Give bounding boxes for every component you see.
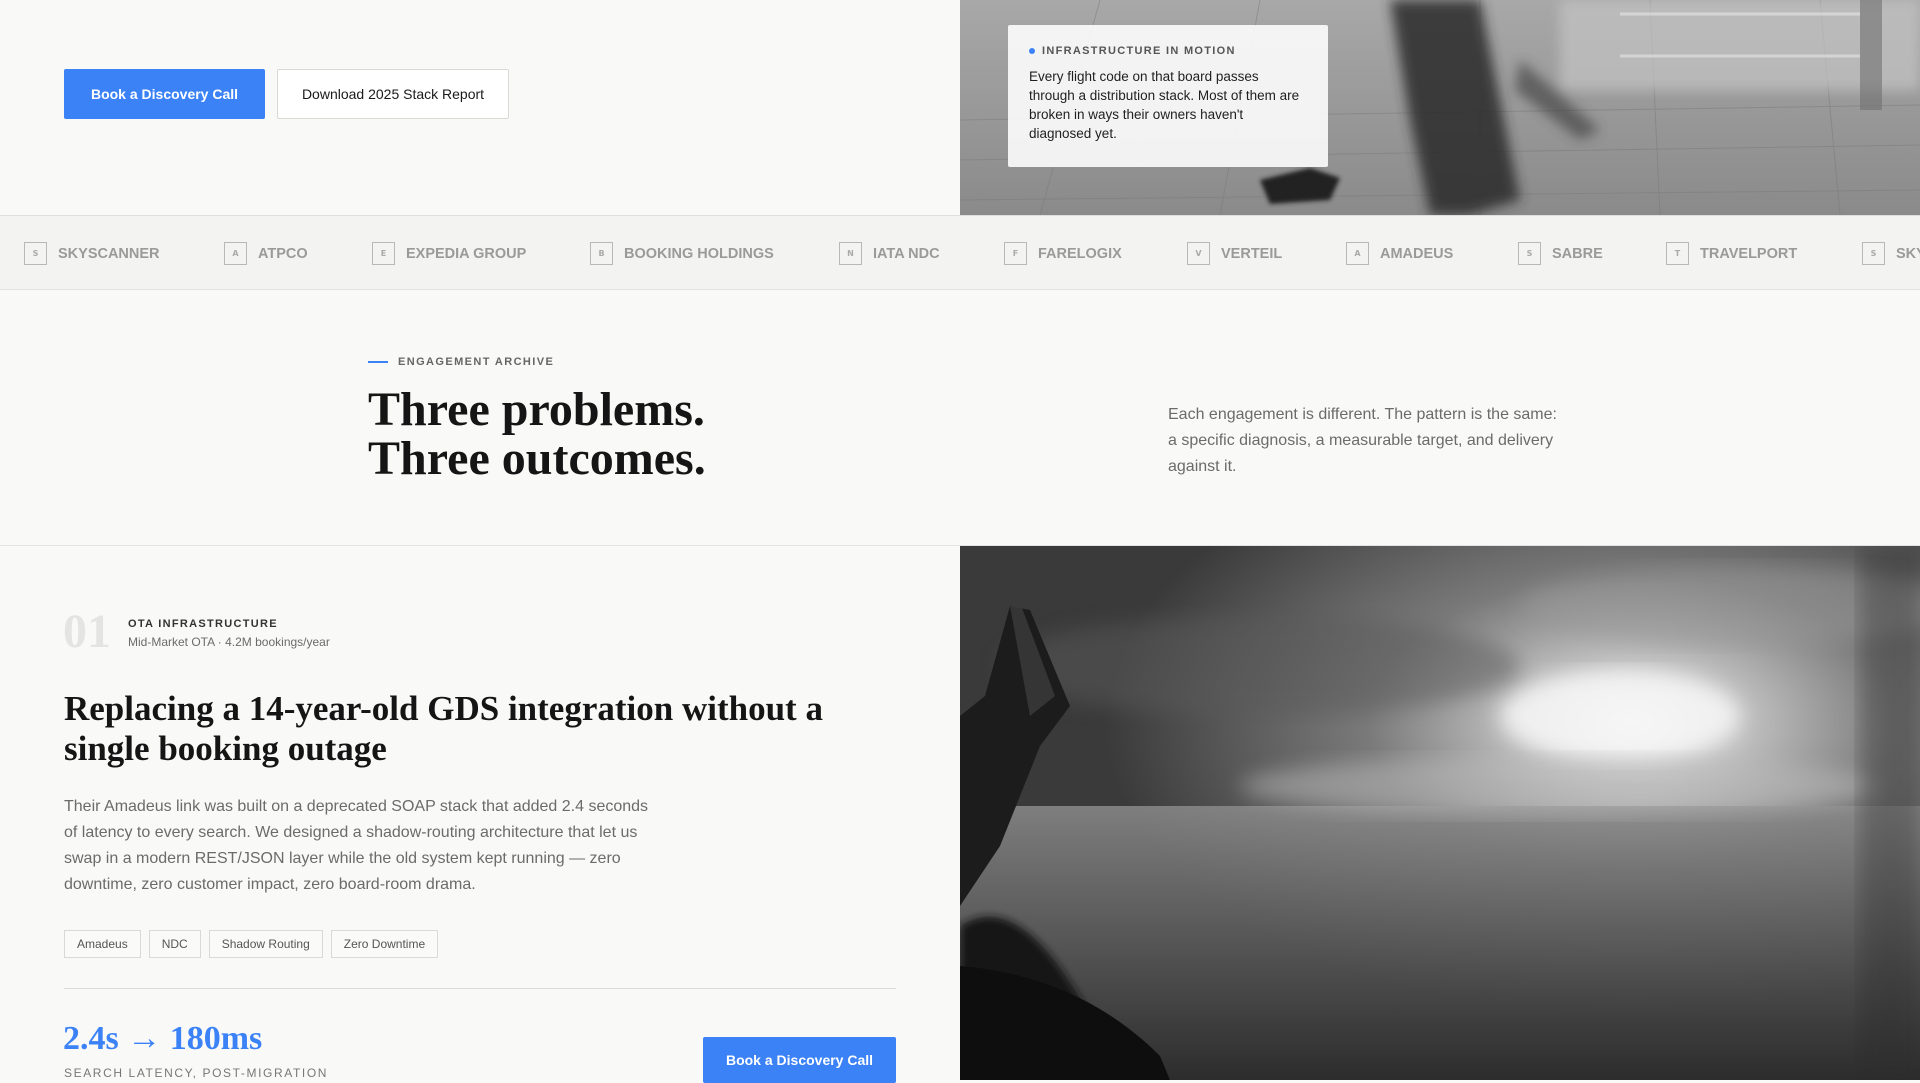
section-title-line2: Three outcomes. xyxy=(368,432,706,485)
case-body: Their Amadeus link was built on a deprec… xyxy=(64,798,649,893)
case-client: Mid-Market OTA · 4.2M bookings/year xyxy=(128,635,330,649)
logo-name: VERTEIL xyxy=(1221,245,1283,262)
logo-mark-icon: V xyxy=(1187,242,1210,265)
engagement-archive-section: ENGAGEMENT ARCHIVE Three problems. Three… xyxy=(0,290,1920,546)
logo-name: SKYSCANNER xyxy=(58,245,160,262)
logo-mark-icon: E xyxy=(372,242,395,265)
section-eyebrow: ENGAGEMENT ARCHIVE xyxy=(368,356,554,368)
case-study-content: 01 OTA INFRASTRUCTURE Mid-Market OTA · 4… xyxy=(0,546,960,1083)
tag-zero-downtime: Zero Downtime xyxy=(330,930,439,958)
hero-section: Book a Discovery Call Download 2025 Stac… xyxy=(0,0,1920,215)
logo-mark-icon: B xyxy=(590,242,613,265)
logo-skyscanner: S SKYSCANNER xyxy=(24,216,160,289)
logo-name: SKYSCANNER xyxy=(1896,245,1920,262)
logo-mark-icon: N xyxy=(839,242,862,265)
logo-atpco: A ATPCO xyxy=(224,216,308,289)
logo-expedia-group: E EXPEDIA GROUP xyxy=(372,216,527,289)
logo-amadeus: A AMADEUS xyxy=(1346,216,1454,289)
logo-mark-icon: S xyxy=(1518,242,1541,265)
status-dot-icon xyxy=(1029,48,1035,54)
section-title-line1: Three problems. xyxy=(368,383,705,436)
callout-label: INFRASTRUCTURE IN MOTION xyxy=(1029,45,1307,57)
logo-name: FARELOGIX xyxy=(1038,245,1122,262)
logo-mark-icon: A xyxy=(1346,242,1369,265)
case-book-discovery-call-button[interactable]: Book a Discovery Call xyxy=(703,1037,896,1083)
logo-skyscanner-repeat: S SKYSCANNER xyxy=(1862,216,1920,289)
case-tags: Amadeus NDC Shadow Routing Zero Downtime xyxy=(64,930,439,958)
logo-mark-icon: F xyxy=(1004,242,1027,265)
download-stack-report-button[interactable]: Download 2025 Stack Report xyxy=(277,69,509,119)
section-title: Three problems. Three outcomes. xyxy=(368,385,706,483)
callout-text: Every flight code on that board passes t… xyxy=(1029,69,1300,141)
case-category: OTA INFRASTRUCTURE xyxy=(128,618,278,630)
eyebrow-rule xyxy=(368,361,388,363)
logo-name: IATA NDC xyxy=(873,245,940,262)
tag-ndc: NDC xyxy=(148,930,201,958)
hero-actions: Book a Discovery Call Download 2025 Stac… xyxy=(0,0,960,215)
section-description: Each engagement is different. The patter… xyxy=(1168,406,1557,475)
callout-label-text: INFRASTRUCTURE IN MOTION xyxy=(1042,45,1236,57)
case-metric: 2.4s → 180ms xyxy=(63,1020,263,1057)
logo-iata-ndc: N IATA NDC xyxy=(839,216,940,289)
tag-amadeus: Amadeus xyxy=(64,930,141,958)
infrastructure-callout-card: INFRASTRUCTURE IN MOTION Every flight co… xyxy=(1008,25,1328,167)
case-title: Replacing a 14-year-old GDS integration … xyxy=(64,689,823,768)
case-metric-label: SEARCH LATENCY, POST-MIGRATION xyxy=(64,1066,329,1080)
logo-name: BOOKING HOLDINGS xyxy=(624,245,774,262)
logo-mark-icon: S xyxy=(24,242,47,265)
partner-logo-strip: S SKYSCANNER A ATPCO E EXPEDIA GROUP B B… xyxy=(0,215,1920,290)
logo-name: EXPEDIA GROUP xyxy=(406,245,527,262)
logo-sabre: S SABRE xyxy=(1518,216,1603,289)
logo-name: ATPCO xyxy=(258,245,308,262)
logo-mark-icon: S xyxy=(1862,242,1885,265)
book-discovery-call-button[interactable]: Book a Discovery Call xyxy=(64,69,265,119)
logo-booking-holdings: B BOOKING HOLDINGS xyxy=(590,216,774,289)
eyebrow-text: ENGAGEMENT ARCHIVE xyxy=(398,356,555,368)
logo-name: SABRE xyxy=(1552,245,1603,262)
case-number: 01 xyxy=(63,605,111,658)
logo-mark-icon: A xyxy=(224,242,247,265)
tag-shadow-routing: Shadow Routing xyxy=(208,930,323,958)
logo-name: AMADEUS xyxy=(1380,245,1454,262)
logo-verteil: V VERTEIL xyxy=(1187,216,1283,289)
logo-mark-icon: T xyxy=(1666,242,1689,265)
case-photo-airplane-wing xyxy=(960,546,1920,1080)
case-study-01: 01 OTA INFRASTRUCTURE Mid-Market OTA · 4… xyxy=(0,546,1920,1083)
logo-farelogix: F FARELOGIX xyxy=(1004,216,1122,289)
case-divider xyxy=(64,988,896,989)
logo-travelport: T TRAVELPORT xyxy=(1666,216,1798,289)
logo-name: TRAVELPORT xyxy=(1700,245,1798,262)
airplane-window-image xyxy=(960,546,1920,1080)
